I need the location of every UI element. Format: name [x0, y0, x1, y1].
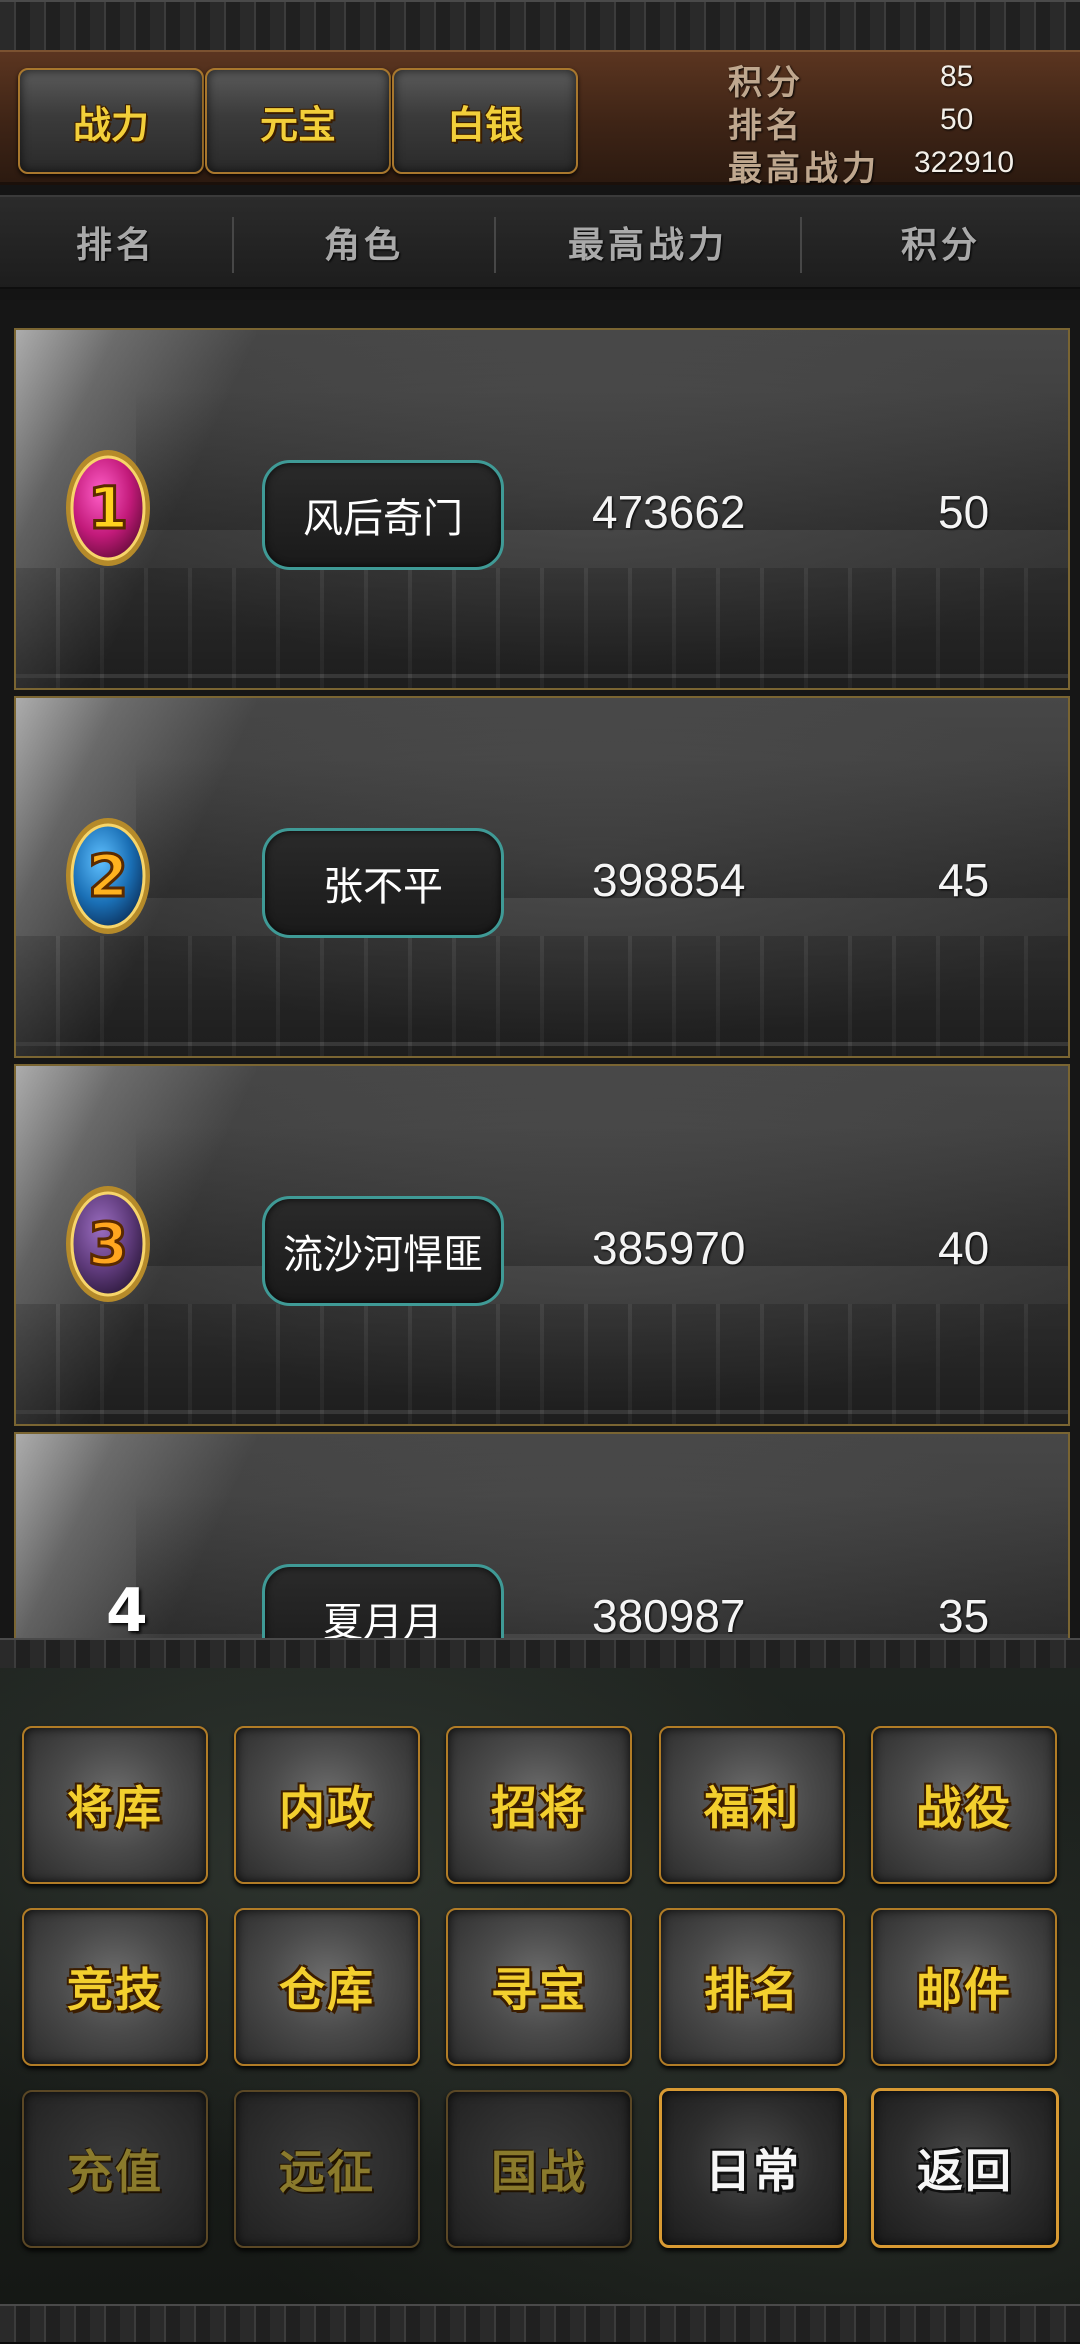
tab-yuanbao[interactable]: 元宝 [205, 68, 391, 174]
column-max-power: 最高战力 [567, 225, 728, 266]
column-role: 角色 [323, 225, 404, 266]
tab-power[interactable]: 战力 [18, 68, 204, 174]
menu-top-border [0, 1638, 1080, 1672]
score-value: 35 [938, 1590, 990, 1638]
ranking-row[interactable]: 2 张不平 398854 45 [14, 696, 1070, 1058]
menu-campaign-button[interactable]: 战役 [871, 1726, 1057, 1884]
menu-generals-button[interactable]: 将库 [22, 1726, 208, 1884]
score-label: 积分 [728, 63, 804, 103]
max-power-label: 最高战力 [728, 149, 880, 189]
score-value: 50 [938, 486, 990, 538]
player-name[interactable]: 夏月月 [262, 1564, 504, 1638]
silver-medal-icon: 2 [66, 818, 150, 934]
svg-text:1: 1 [88, 474, 128, 542]
max-power-value: 322910 [914, 146, 1015, 179]
menu-daily-button[interactable]: 日常 [659, 2088, 847, 2248]
ranking-list[interactable]: 1 风后奇门 473662 50 2 张不平 398854 45 3 流沙河悍匪… [0, 300, 1080, 1638]
row-floor-line [16, 674, 1068, 678]
svg-text:3: 3 [88, 1210, 128, 1278]
rank-label: 排名 [728, 106, 804, 146]
max-power-value: 380987 [592, 1590, 746, 1638]
ranking-header: 战力 元宝 白银 积分 85 排名 50 最高战力 322910 [0, 50, 1080, 189]
menu-recruit-button[interactable]: 招将 [446, 1726, 632, 1884]
ranking-row[interactable]: 3 流沙河悍匪 385970 40 [14, 1064, 1070, 1426]
menu-mail-button[interactable]: 邮件 [871, 1908, 1057, 2066]
score-value: 40 [938, 1222, 990, 1274]
menu-welfare-button[interactable]: 福利 [659, 1726, 845, 1884]
menu-domestic-button[interactable]: 内政 [234, 1726, 420, 1884]
row-floor-line [16, 1042, 1068, 1046]
column-header-row: 排名 角色 最高战力 积分 [0, 195, 1080, 289]
player-name[interactable]: 流沙河悍匪 [262, 1196, 504, 1306]
top-border [0, 0, 1080, 52]
rank-number: 4 [106, 1576, 148, 1638]
menu-expedition-button[interactable]: 远征 [234, 2090, 420, 2248]
score-value: 45 [938, 854, 990, 906]
ranking-row[interactable]: 1 风后奇门 473662 50 [14, 328, 1070, 690]
menu-arena-button[interactable]: 竞技 [22, 1908, 208, 2066]
ranking-row[interactable]: 4 夏月月 380987 35 [14, 1432, 1070, 1638]
menu-ranking-button[interactable]: 排名 [659, 1908, 845, 2066]
menu-warehouse-button[interactable]: 仓库 [234, 1908, 420, 2066]
max-power-value: 398854 [592, 854, 746, 906]
gold-medal-icon: 1 [66, 450, 150, 566]
player-name[interactable]: 风后奇门 [262, 460, 504, 570]
column-score: 积分 [900, 225, 981, 266]
rank-value: 50 [940, 103, 974, 136]
player-name[interactable]: 张不平 [262, 828, 504, 938]
bronze-medal-icon: 3 [66, 1186, 150, 1302]
bottom-border [0, 2304, 1080, 2344]
max-power-value: 385970 [592, 1222, 746, 1274]
menu-recharge-button[interactable]: 充值 [22, 2090, 208, 2248]
main-menu-panel: 将库 内政 招将 福利 战役 竞技 仓库 寻宝 排名 邮件 充值 远征 国战 日… [0, 1668, 1080, 2304]
row-floor-line [16, 1410, 1068, 1414]
tab-silver[interactable]: 白银 [392, 68, 578, 174]
max-power-value: 473662 [592, 486, 746, 538]
menu-nationwar-button[interactable]: 国战 [446, 2090, 632, 2248]
menu-treasure-button[interactable]: 寻宝 [446, 1908, 632, 2066]
column-rank: 排名 [75, 225, 156, 266]
score-value: 85 [940, 60, 974, 93]
svg-text:2: 2 [88, 842, 128, 910]
back-button[interactable]: 返回 [871, 2088, 1059, 2248]
